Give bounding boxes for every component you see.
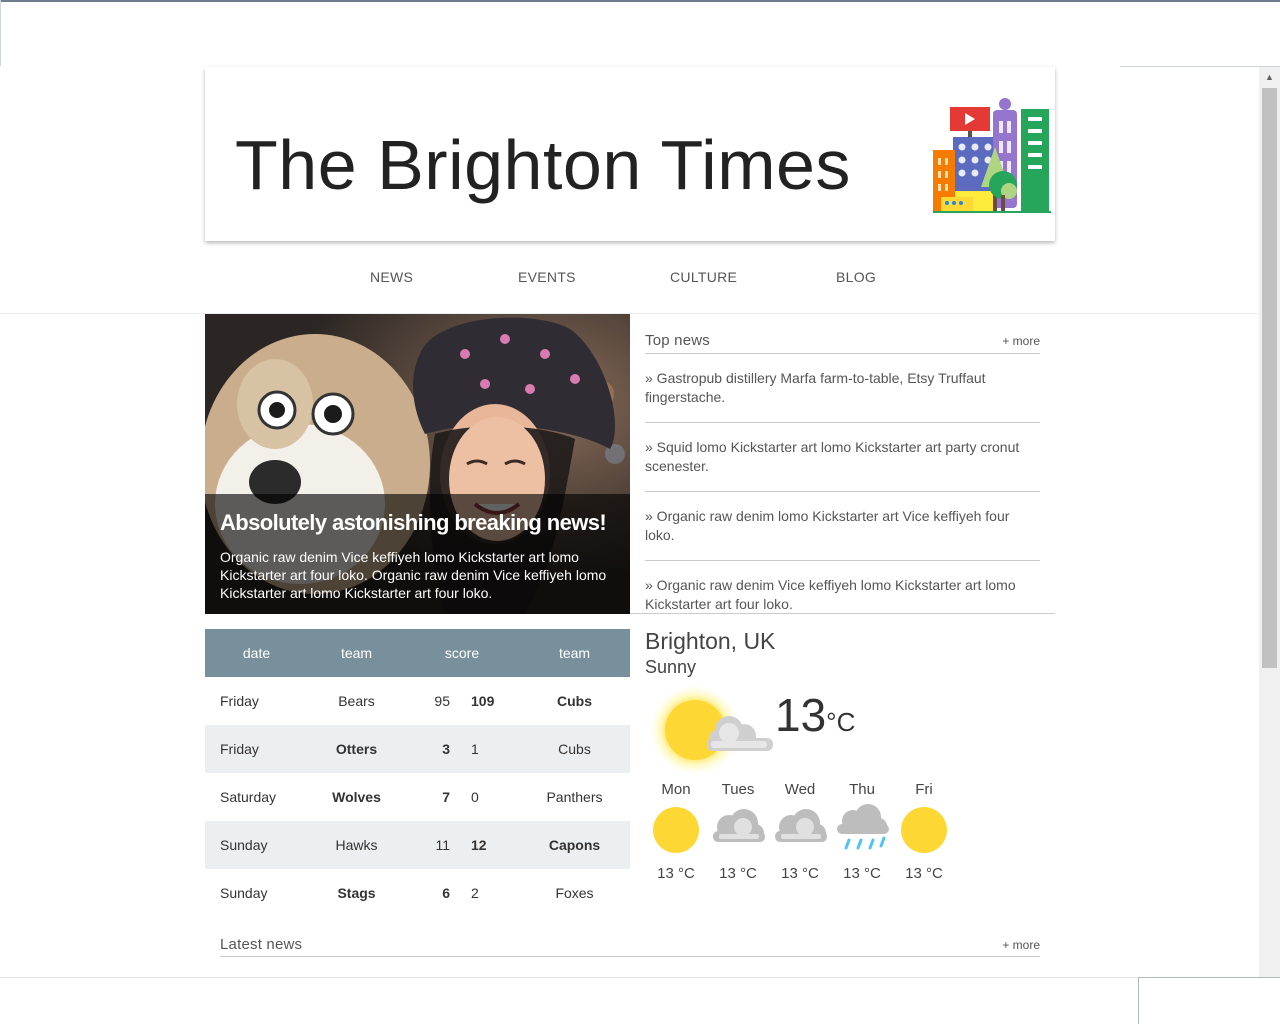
- section-divider: [630, 613, 1055, 614]
- home-team: Hawks: [335, 837, 378, 853]
- top-news-item[interactable]: » Organic raw denim lomo Kickstarter art…: [645, 492, 1040, 561]
- table-row: Sunday Hawks 11 12 Capons: [205, 821, 630, 869]
- sun-icon: [645, 803, 707, 855]
- table-row: Friday Otters 3 1 Cubs: [205, 725, 630, 773]
- top-news-header: Top news + more: [645, 330, 1040, 354]
- window-bottom-border: [0, 977, 1138, 978]
- home-team: Bears: [338, 693, 375, 709]
- scroll-up-arrow-icon[interactable]: ▲: [1259, 67, 1280, 87]
- column-header-team: team: [558, 645, 591, 661]
- forecast-day: Wed: [784, 781, 816, 798]
- rain-icon: [831, 803, 893, 855]
- forecast-temp: 13 °C: [657, 865, 695, 882]
- weather-location: Brighton, UK: [645, 628, 776, 654]
- site-title: The Brighton Times: [235, 126, 851, 204]
- column-header-date: date: [242, 645, 271, 661]
- latest-news-section: Latest news + more: [220, 934, 1040, 957]
- away-score: 1: [471, 741, 479, 757]
- home-score: 95: [434, 693, 450, 709]
- game-date: Sunday: [220, 837, 268, 853]
- sun-icon: [893, 803, 955, 855]
- home-score: 7: [442, 789, 450, 805]
- away-team: Foxes: [555, 885, 594, 901]
- hero-caption: Absolutely astonishing breaking news! Or…: [205, 494, 630, 614]
- cloud-icon: [769, 803, 831, 855]
- away-team: Panthers: [546, 789, 603, 805]
- weather-widget: Brighton, UK Sunny 13°C Mon 13 °C Tues 13 °…: [645, 628, 1055, 898]
- top-news-item[interactable]: » Gastropub distillery Marfa farm-to-tab…: [645, 354, 1040, 423]
- taskbar-corner: [1138, 977, 1280, 1024]
- forecast-day: Thu: [849, 781, 875, 798]
- cloud-icon: [707, 803, 769, 855]
- away-team: Cubs: [557, 693, 592, 709]
- forecast-day: Mon: [661, 781, 691, 798]
- game-date: Friday: [220, 741, 259, 757]
- top-news-title: Top news: [645, 332, 710, 349]
- scroll-thumb[interactable]: [1262, 88, 1277, 668]
- column-header-score: score: [444, 645, 480, 661]
- away-score: 109: [471, 693, 495, 709]
- away-score: 0: [471, 789, 479, 805]
- forecast-temp: 13 °C: [905, 865, 943, 882]
- game-date: Sunday: [220, 885, 268, 901]
- vertical-scrollbar[interactable]: ▲: [1259, 67, 1280, 977]
- scores-header-row: date team score team: [205, 629, 630, 677]
- top-news-item[interactable]: » Squid lomo Kickstarter art lomo Kickst…: [645, 423, 1040, 492]
- column-header-team: team: [340, 645, 373, 661]
- window-left-border: [0, 0, 1, 66]
- nav-news[interactable]: NEWS: [370, 269, 413, 285]
- sun-cloud-icon: [649, 684, 773, 776]
- nav-events[interactable]: EVENTS: [518, 269, 576, 285]
- home-team: Otters: [335, 741, 378, 757]
- top-news-item[interactable]: » Organic raw denim Vice keffiyeh lomo K…: [645, 561, 1040, 630]
- hero-headline[interactable]: Absolutely astonishing breaking news!: [220, 510, 615, 536]
- home-team: Stags: [337, 885, 376, 901]
- masthead: The Brighton Times: [205, 67, 1055, 241]
- window-top-border: [0, 0, 1280, 2]
- home-score: 6: [442, 885, 450, 901]
- main-nav: NEWS EVENTS CULTURE BLOG: [205, 262, 1055, 292]
- hero-story[interactable]: Absolutely astonishing breaking news! Or…: [205, 314, 630, 614]
- top-news-section: Top news + more » Gastropub distillery M…: [645, 330, 1040, 630]
- home-score: 3: [442, 741, 450, 757]
- game-date: Friday: [220, 693, 259, 709]
- current-temp-unit: °C: [826, 707, 856, 737]
- nav-blog[interactable]: BLOG: [836, 269, 876, 285]
- nav-culture[interactable]: CULTURE: [670, 269, 737, 285]
- away-team: Cubs: [558, 741, 591, 757]
- current-temperature: 13°C: [775, 688, 855, 742]
- forecast-day: Fri: [915, 781, 933, 798]
- table-row: Saturday Wolves 7 0 Panthers: [205, 773, 630, 821]
- top-news-more-link[interactable]: + more: [1002, 334, 1040, 348]
- forecast-temp: 13 °C: [719, 865, 757, 882]
- away-team: Capons: [548, 837, 601, 853]
- scores-table: date team score team Friday Bears 95 109 Cub…: [205, 629, 630, 917]
- latest-news-title: Latest news: [220, 936, 303, 953]
- window-divider: [1120, 66, 1280, 67]
- table-row: Friday Bears 95 109 Cubs: [205, 677, 630, 725]
- current-temp-value: 13: [775, 689, 827, 741]
- latest-news-more-link[interactable]: + more: [1002, 938, 1040, 952]
- hero-summary: Organic raw denim Vice keffiyeh lomo Kic…: [220, 549, 607, 601]
- home-team: Wolves: [332, 789, 381, 805]
- table-row: Sunday Stags 6 2 Foxes: [205, 869, 630, 917]
- city-logo-icon: [933, 98, 1051, 213]
- away-score: 12: [471, 837, 487, 853]
- game-date: Saturday: [220, 789, 277, 805]
- forecast-temp: 13 °C: [843, 865, 881, 882]
- away-score: 2: [471, 885, 479, 901]
- latest-news-header: Latest news + more: [220, 934, 1040, 957]
- forecast-day: Tues: [721, 781, 755, 798]
- weather-condition: Sunny: [645, 657, 697, 677]
- forecast-temp: 13 °C: [781, 865, 819, 882]
- home-score: 11: [435, 837, 450, 853]
